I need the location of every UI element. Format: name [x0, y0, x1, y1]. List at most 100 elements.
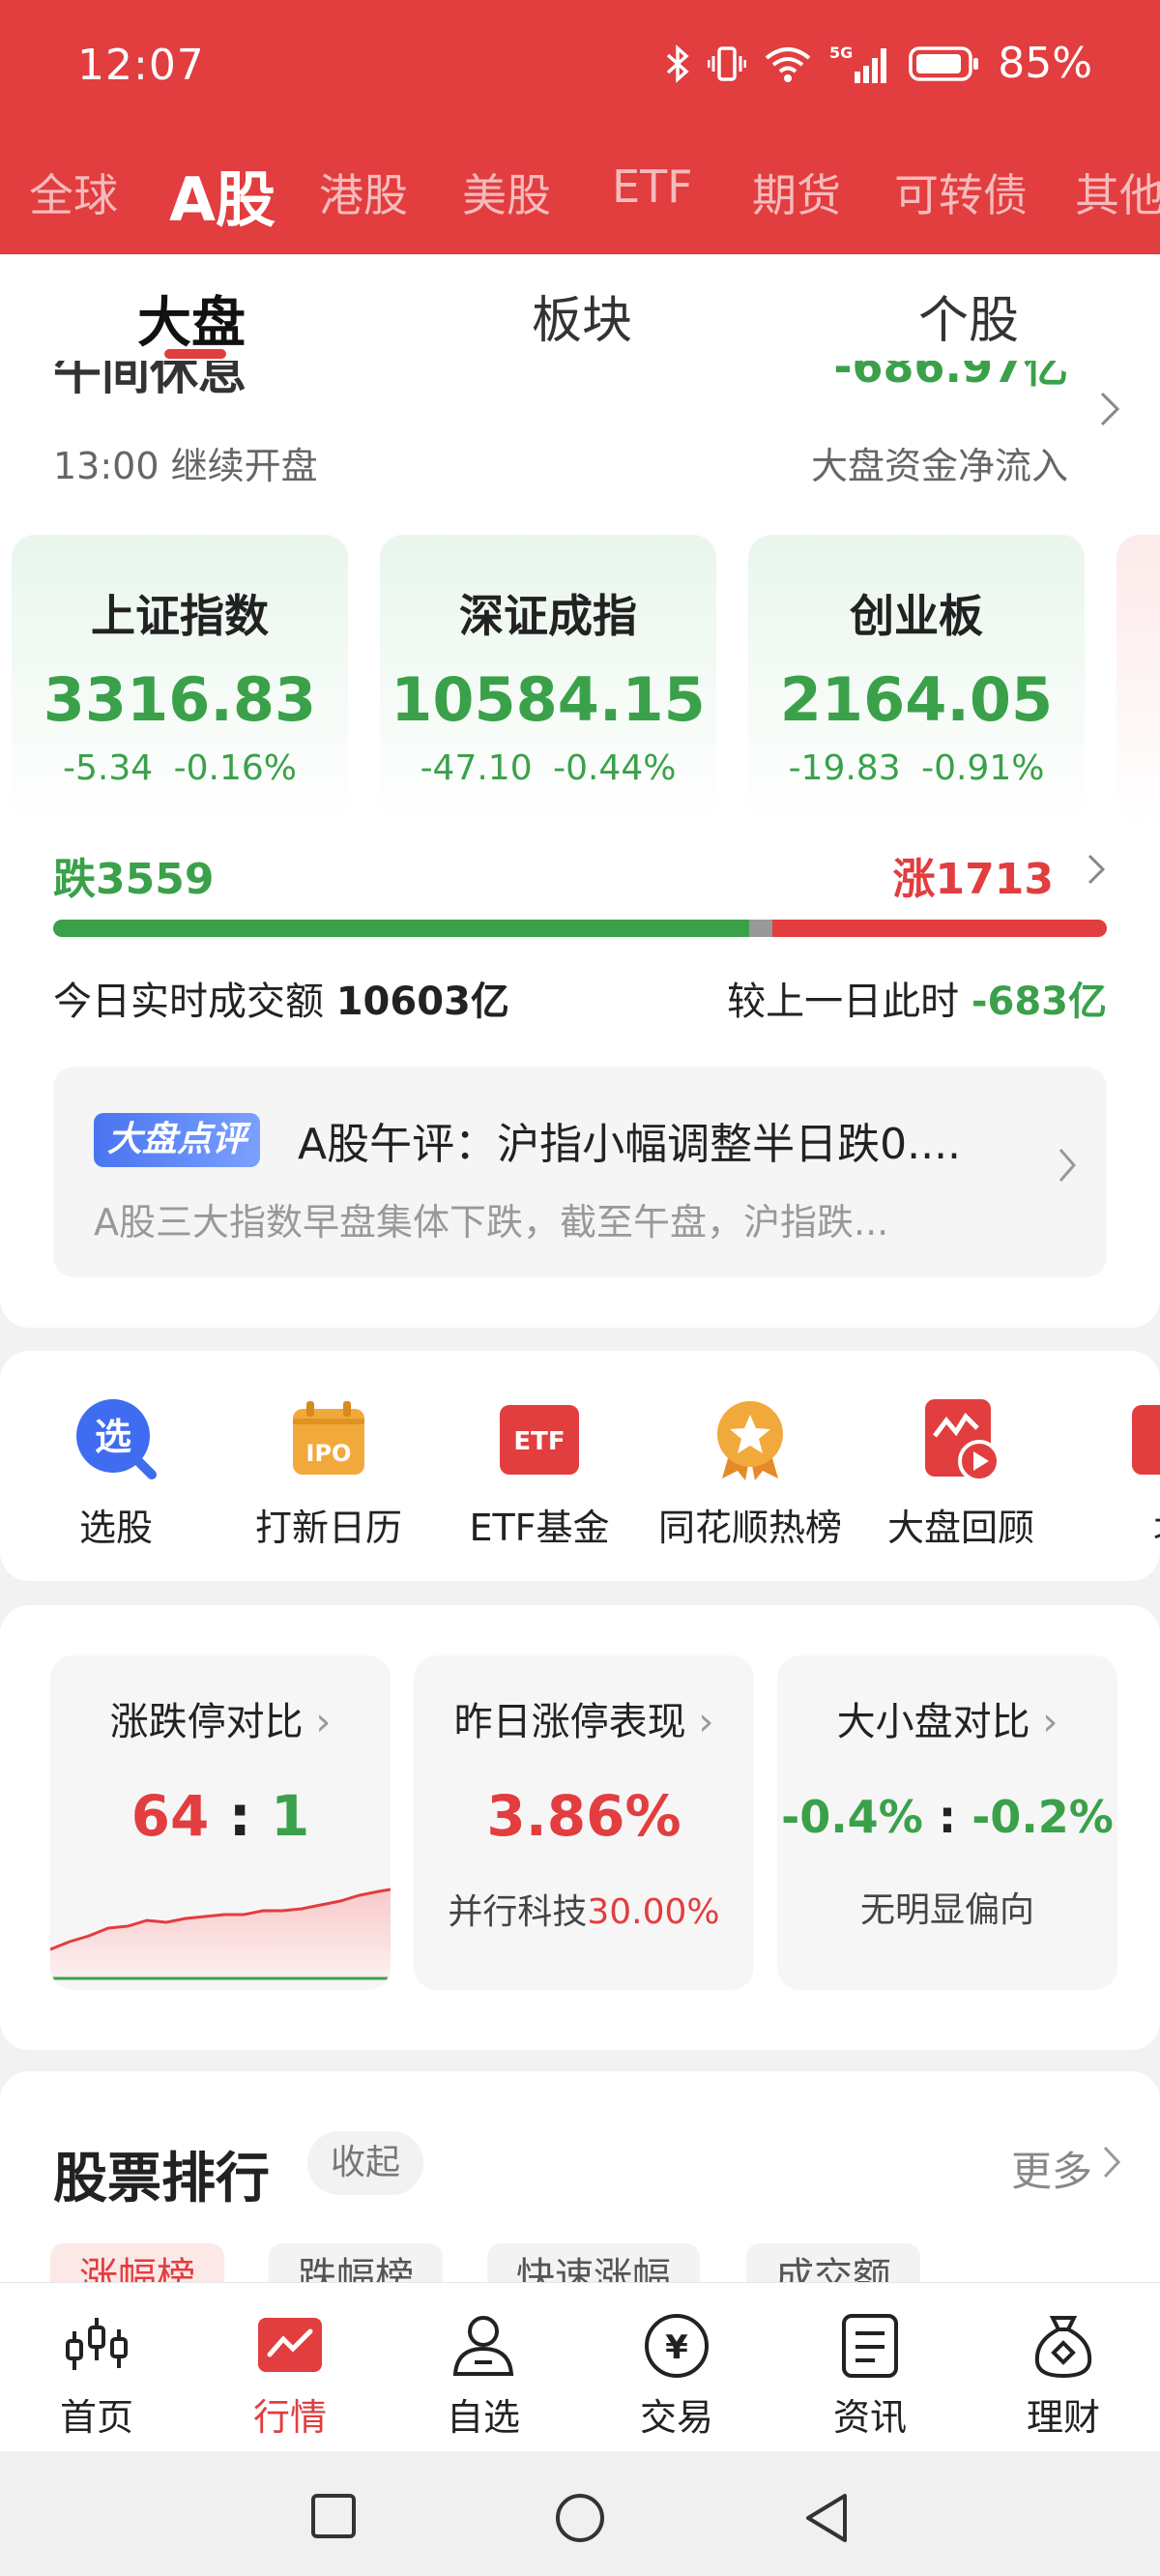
- app-header: 12:07 5G 85% 全球 A股 港股 美股 ETF 期货 可转债 其他: [0, 0, 1160, 254]
- chevron-right-icon: ›: [698, 1700, 714, 1744]
- size-compare-title: 大小盘对比: [836, 1700, 1030, 1744]
- subtab-market[interactable]: 大盘: [137, 279, 246, 358]
- index-card-shenzhen[interactable]: 深证成指 10584.15 -47.10 -0.44%: [380, 535, 716, 825]
- turnover-compare: 较上一日此时 -683亿: [727, 970, 1107, 1026]
- index-value: 2164.05: [779, 664, 1054, 735]
- small-cap-change: -0.2%: [972, 1791, 1114, 1843]
- reopen-time: 13:00 继续开盘: [53, 445, 318, 487]
- watchlist-person-icon: [450, 2312, 517, 2380]
- advance-decline[interactable]: 跌3559 涨1713: [53, 844, 1107, 941]
- nav-label: 理财: [1026, 2396, 1100, 2439]
- market-review-icon: [919, 1397, 1002, 1482]
- limit-down-count: 1: [270, 1783, 310, 1849]
- chevron-right-icon: [1098, 390, 1121, 432]
- index-card-shanghai[interactable]: 上证指数 3316.83 -5.34 -0.16%: [12, 535, 348, 825]
- nav-market[interactable]: 行情: [193, 2312, 387, 2441]
- card-title: 昨日涨停表现 ›: [414, 1690, 754, 1746]
- svg-text:选: 选: [95, 1416, 131, 1458]
- index-name: 创业板: [850, 590, 983, 642]
- commentary-summary: A股三大指数早盘集体下跌，截至午盘，沪指跌...: [94, 1201, 889, 1244]
- market-chart-icon: [256, 2312, 324, 2380]
- battery-level: 85%: [998, 39, 1092, 88]
- hot-list-icon: [709, 1397, 792, 1480]
- recent-apps-icon[interactable]: [309, 2492, 358, 2544]
- limit-ratio: 64 : 1: [50, 1783, 391, 1849]
- index-change-pct: -0.44%: [553, 748, 677, 788]
- nav-watchlist[interactable]: 自选: [387, 2312, 580, 2441]
- nav-trade[interactable]: ¥ 交易: [580, 2312, 773, 2441]
- ratio-separator: :: [228, 1783, 251, 1849]
- status-time: 12:07: [77, 41, 205, 90]
- limit-compare-card[interactable]: 涨跌停对比 › 64 : 1: [50, 1655, 391, 1990]
- collapse-button[interactable]: 收起: [307, 2131, 424, 2195]
- system-nav-bar: [0, 2451, 1160, 2576]
- north-icon: [1130, 1397, 1160, 1480]
- limit-compare-title: 涨跌停对比: [109, 1700, 304, 1744]
- svg-text:5G: 5G: [829, 44, 853, 62]
- market-tab-other[interactable]: 其他: [1075, 161, 1160, 224]
- limit-trend-sparkline: [50, 1888, 391, 1980]
- shortcut-select-stock[interactable]: 选 选股: [19, 1397, 213, 1551]
- advance-count: 涨1713: [892, 855, 1054, 904]
- shortcut-label: 选股: [78, 1507, 153, 1549]
- subtab-indicator: [164, 349, 226, 359]
- vibrate-icon: [708, 44, 747, 83]
- index-change-points: -5.34: [63, 748, 154, 788]
- wifi-icon: [764, 44, 812, 83]
- shortcut-ipo-calendar[interactable]: IPO 打新日历: [232, 1397, 425, 1551]
- market-tab-etf[interactable]: ETF: [612, 161, 693, 213]
- nav-wealth[interactable]: 理财: [967, 2312, 1160, 2441]
- index-change-points: -47.10: [420, 748, 533, 788]
- shortcut-market-review[interactable]: 大盘回顾: [864, 1397, 1058, 1551]
- market-tab-a-share[interactable]: A股: [169, 151, 276, 238]
- market-tabs: 全球 A股 港股 美股 ETF 期货 可转债 其他: [0, 145, 1160, 242]
- size-compare-card[interactable]: 大小盘对比 › -0.4% : -0.2% 无明显偏向: [777, 1655, 1117, 1990]
- market-status-row[interactable]: 午间休息 13:00 继续开盘 -686.97亿 大盘资金净流入: [0, 361, 1160, 487]
- decline-bar: [53, 920, 749, 937]
- market-tab-global[interactable]: 全球: [29, 161, 118, 224]
- shortcut-label: 打新日历: [254, 1507, 402, 1549]
- nav-label: 行情: [252, 2396, 327, 2439]
- select-stock-icon: 选: [74, 1397, 158, 1480]
- market-tab-convertible[interactable]: 可转债: [894, 161, 1028, 224]
- shortcut-north[interactable]: 北: [1075, 1397, 1160, 1551]
- shortcut-etf-fund[interactable]: ETF ETF基金: [443, 1397, 636, 1551]
- home-circle-icon[interactable]: [554, 2492, 606, 2548]
- more-link[interactable]: 更多: [1011, 2139, 1092, 2198]
- size-bias: 无明显偏向: [859, 1890, 1034, 1930]
- commentary-tag: 大盘点评: [94, 1113, 261, 1167]
- nav-home[interactable]: 首页: [0, 2312, 193, 2441]
- index-change: -47.10 -0.44%: [380, 748, 716, 788]
- commentary-title: A股午评：沪指小幅调整半日跌0....: [298, 1120, 962, 1169]
- turnover-value: 10603亿: [335, 980, 509, 1024]
- shortcut-label: 北: [1075, 1498, 1160, 1551]
- subtab-stock[interactable]: 个股: [918, 279, 1019, 352]
- nav-label: 资讯: [832, 2396, 907, 2439]
- shortcut-label: ETF基金: [469, 1507, 610, 1549]
- signal-5g-icon: 5G: [829, 43, 891, 85]
- home-candles-icon: [63, 2312, 130, 2380]
- index-change-pct: -0.91%: [921, 748, 1045, 788]
- large-cap-change: -0.4%: [781, 1791, 923, 1843]
- shortcut-hot-list[interactable]: 同花顺热榜: [653, 1397, 847, 1551]
- market-commentary[interactable]: 大盘点评 A股午评：沪指小幅调整半日跌0.... A股三大指数早盘集体下跌，截至…: [53, 1067, 1107, 1277]
- svg-text:¥: ¥: [665, 2328, 688, 2367]
- nav-news[interactable]: 资讯: [773, 2312, 967, 2441]
- subtab-sector[interactable]: 板块: [532, 279, 632, 352]
- trading-status: 午间休息: [53, 361, 246, 400]
- yesterday-limit-card[interactable]: 昨日涨停表现 › 3.86% 并行科技30.00%: [414, 1655, 754, 1990]
- market-tab-futures[interactable]: 期货: [752, 161, 841, 224]
- index-card-chinext[interactable]: 创业板 2164.05 -19.83 -0.91%: [748, 535, 1085, 825]
- back-triangle-icon[interactable]: [802, 2492, 851, 2548]
- top-stock: 并行科技30.00%: [414, 1884, 754, 1934]
- advance-decline-bar: [53, 920, 1107, 937]
- nav-label: 首页: [59, 2396, 133, 2439]
- market-tab-hk[interactable]: 港股: [319, 161, 408, 224]
- top-stock-pct: 30.00%: [587, 1892, 720, 1932]
- status-bar: 12:07 5G 85%: [0, 0, 1160, 140]
- chevron-right-icon: [1102, 2145, 1121, 2183]
- turnover-label: 今日实时成交额: [53, 980, 324, 1024]
- market-tab-us[interactable]: 美股: [462, 161, 551, 224]
- index-card-next-peek[interactable]: [1116, 535, 1160, 825]
- turnover-compare-value: -683亿: [971, 980, 1107, 1024]
